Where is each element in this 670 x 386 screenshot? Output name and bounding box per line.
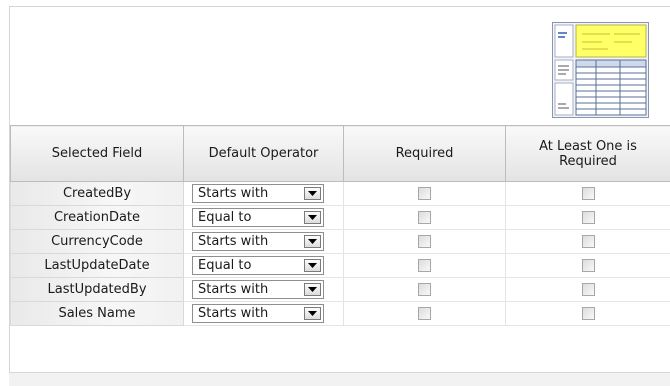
operator-select[interactable]: Starts with	[192, 304, 324, 323]
dropdown-arrow-icon[interactable]	[304, 235, 321, 248]
required-checkbox[interactable]	[418, 259, 431, 272]
operator-value: Starts with	[198, 306, 268, 321]
header-selected-field: Selected Field	[11, 126, 184, 182]
table-row: LastUpdatedBy Starts with	[11, 278, 670, 302]
operator-value: Starts with	[198, 234, 268, 249]
operator-select[interactable]: Starts with	[192, 184, 324, 203]
operator-select[interactable]: Starts with	[192, 280, 324, 299]
field-name: CurrencyCode	[11, 230, 184, 254]
required-checkbox[interactable]	[418, 187, 431, 200]
operator-value: Starts with	[198, 186, 268, 201]
dropdown-arrow-icon[interactable]	[304, 187, 321, 200]
operator-value: Equal to	[198, 210, 251, 225]
required-checkbox[interactable]	[418, 235, 431, 248]
at-least-one-checkbox[interactable]	[582, 187, 595, 200]
search-fields-table: Selected Field Default Operator Required…	[10, 125, 670, 326]
field-name: CreationDate	[11, 206, 184, 230]
dropdown-arrow-icon[interactable]	[304, 307, 321, 320]
search-layout-icon	[552, 22, 649, 118]
field-name: LastUpdateDate	[11, 254, 184, 278]
at-least-one-checkbox[interactable]	[582, 235, 595, 248]
operator-value: Starts with	[198, 282, 268, 297]
table-header-row: Selected Field Default Operator Required…	[11, 126, 670, 182]
operator-value: Equal to	[198, 258, 251, 273]
header-default-operator: Default Operator	[184, 126, 344, 182]
at-least-one-checkbox[interactable]	[582, 211, 595, 224]
at-least-one-checkbox[interactable]	[582, 259, 595, 272]
at-least-one-checkbox[interactable]	[582, 307, 595, 320]
panel-footer	[9, 372, 670, 386]
header-at-least-one: At Least One is Required	[506, 126, 670, 182]
table-row: CreatedBy Starts with	[11, 182, 670, 206]
field-name: LastUpdatedBy	[11, 278, 184, 302]
field-name: Sales Name	[11, 302, 184, 326]
required-checkbox[interactable]	[418, 211, 431, 224]
required-checkbox[interactable]	[418, 307, 431, 320]
table-row: CreationDate Equal to	[11, 206, 670, 230]
table-row: Sales Name Starts with	[11, 302, 670, 326]
operator-select[interactable]: Starts with	[192, 232, 324, 251]
field-name: CreatedBy	[11, 182, 184, 206]
header-required: Required	[344, 126, 506, 182]
table-row: LastUpdateDate Equal to	[11, 254, 670, 278]
dropdown-arrow-icon[interactable]	[304, 259, 321, 272]
required-checkbox[interactable]	[418, 283, 431, 296]
operator-select[interactable]: Equal to	[192, 208, 324, 227]
table-row: CurrencyCode Starts with	[11, 230, 670, 254]
dropdown-arrow-icon[interactable]	[304, 211, 321, 224]
dropdown-arrow-icon[interactable]	[304, 283, 321, 296]
operator-select[interactable]: Equal to	[192, 256, 324, 275]
at-least-one-checkbox[interactable]	[582, 283, 595, 296]
